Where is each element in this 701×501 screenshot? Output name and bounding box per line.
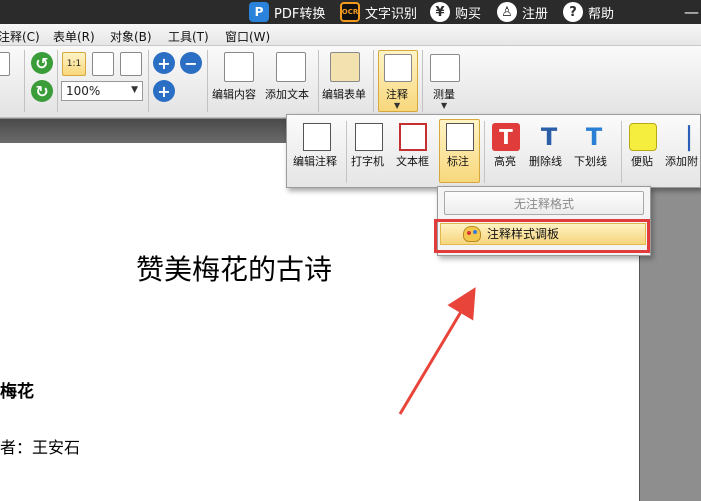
edit-content-icon (224, 52, 254, 82)
poem-title: 梅花 (0, 382, 34, 402)
zoom-in-icon[interactable]: + (153, 52, 175, 74)
edit-content-button[interactable]: 编辑内容 (212, 86, 256, 102)
minimize-button[interactable]: — (682, 2, 701, 22)
no-style-item[interactable]: 无注释格式 (444, 191, 644, 215)
underline-button[interactable]: 下划线 (574, 153, 607, 169)
highlight-button[interactable]: 高亮 (494, 153, 516, 169)
fit-page-icon[interactable] (92, 52, 114, 76)
typewriter-icon (355, 123, 383, 151)
typewriter-button[interactable]: 打字机 (351, 153, 384, 169)
sticky-note-button[interactable]: 便贴 (631, 153, 653, 169)
measure-icon (430, 54, 460, 82)
menu-tools[interactable]: 工具(T) (168, 28, 209, 45)
highlight-frame (434, 219, 650, 253)
register-label: 注册 (522, 6, 549, 22)
edit-annotation-button[interactable]: 编辑注释 (293, 153, 337, 169)
buy-button[interactable]: ¥ 购买 (430, 0, 481, 24)
zoom-plus-icon[interactable]: + (153, 80, 175, 102)
measure-button[interactable]: 测量 (433, 86, 455, 102)
annotation-toolbar: 编辑注释 打字机 文本框 标注 T 高亮 T 删除线 T 下划线 便贴 ❘ 添加… (286, 114, 701, 188)
add-attachment-button[interactable]: 添加附 (665, 153, 698, 169)
select-tool-icon[interactable] (0, 52, 10, 76)
buy-label: 购买 (455, 6, 482, 22)
callout-label: 标注 (447, 155, 469, 168)
menu-annotate[interactable]: 注释(C) (0, 28, 40, 45)
rotate-ccw-icon[interactable]: ↺ (31, 52, 53, 74)
main-toolbar: ↺ ↻ 1:1 100% ▼ + − + 编辑内容 添加文本 编辑表单 注释 ▼… (0, 46, 701, 118)
strikeout-button[interactable]: 删除线 (529, 153, 562, 169)
pdf-convert-label: PDF转换 (274, 6, 326, 22)
add-text-button[interactable]: 添加文本 (265, 86, 309, 102)
fit-width-icon[interactable] (120, 52, 142, 76)
annotate-label: 注释 (386, 88, 408, 101)
yen-icon: ¥ (430, 2, 450, 22)
highlight-icon: T (492, 123, 520, 151)
zoom-out-icon[interactable]: − (180, 52, 202, 74)
edit-form-button[interactable]: 编辑表单 (322, 86, 366, 102)
register-button[interactable]: ♙ 注册 (497, 0, 548, 24)
zoom-value: 100% (66, 84, 101, 98)
edit-form-icon (330, 52, 360, 82)
add-text-icon (276, 52, 306, 82)
document-title: 赞美梅花的古诗 (136, 253, 333, 286)
chevron-down-icon: ▼ (441, 101, 448, 110)
textbox-button[interactable]: 文本框 (396, 153, 429, 169)
user-icon: ♙ (497, 2, 517, 22)
ocr-button[interactable]: OCR 文字识别 (340, 0, 417, 24)
callout-icon (446, 123, 474, 151)
ocr-label: 文字识别 (365, 6, 418, 22)
annotate-icon (384, 54, 412, 82)
menu-object[interactable]: 对象(B) (110, 28, 152, 45)
help-icon: ? (563, 2, 583, 22)
underline-icon: T (585, 123, 603, 151)
textbox-icon (399, 123, 427, 151)
chevron-down-icon: ▼ (394, 101, 401, 110)
ocr-icon: OCR (340, 2, 360, 22)
rotate-cw-icon[interactable]: ↻ (31, 80, 53, 102)
menu-window[interactable]: 窗口(W) (225, 28, 270, 45)
title-bar: P PDF转换 OCR 文字识别 ¥ 购买 ♙ 注册 ? 帮助 — (0, 0, 701, 24)
menu-form[interactable]: 表单(R) (53, 28, 95, 45)
strikeout-icon: T (540, 123, 558, 151)
chevron-down-icon: ▼ (131, 85, 138, 95)
help-button[interactable]: ? 帮助 (563, 0, 614, 24)
actual-size-button[interactable]: 1:1 (62, 52, 86, 76)
help-label: 帮助 (588, 6, 615, 22)
sticky-note-icon (629, 123, 657, 151)
pdf-convert-button[interactable]: P PDF转换 (249, 0, 325, 24)
menu-bar: 注释(C) 表单(R) 对象(B) 工具(T) 窗口(W) (0, 24, 701, 46)
pdf-convert-icon: P (249, 2, 269, 22)
zoom-select[interactable]: 100% ▼ (61, 81, 143, 101)
poem-author: 者：王安石 (0, 438, 81, 457)
paperclip-icon: ❘ (678, 122, 700, 152)
edit-annotation-icon (303, 123, 331, 151)
